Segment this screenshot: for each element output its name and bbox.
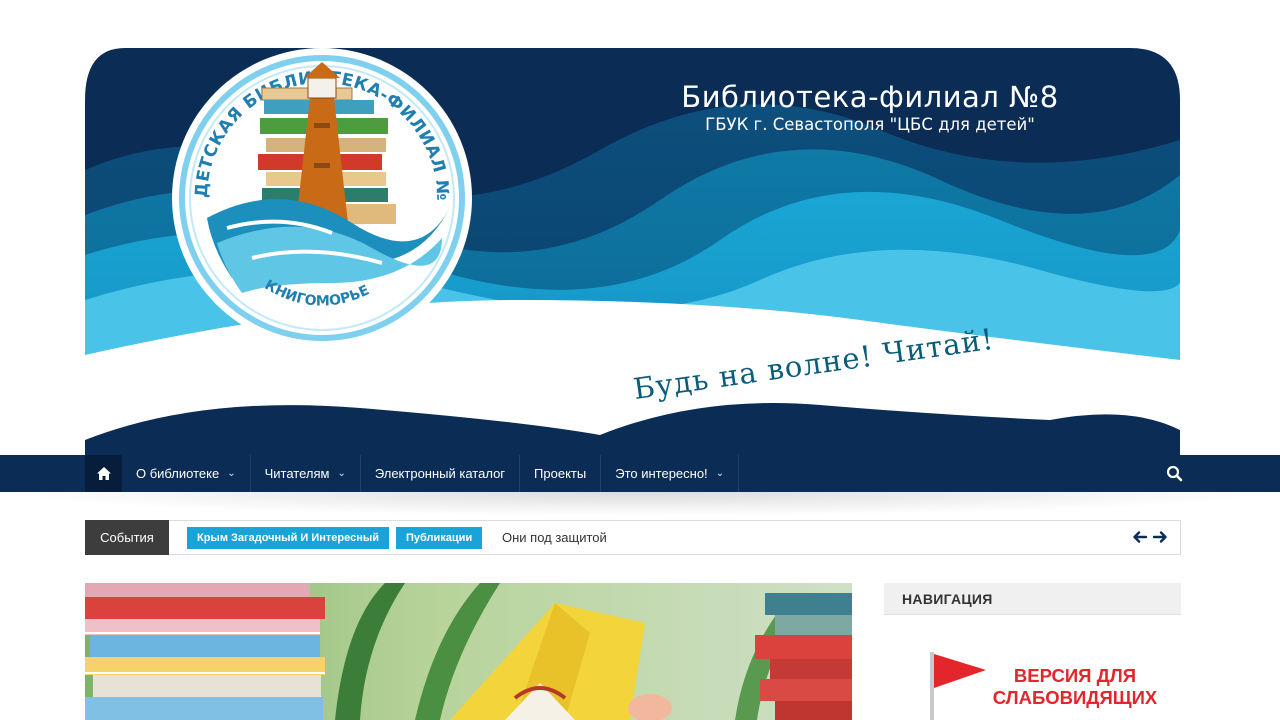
chevron-down-icon: ⌄: [227, 468, 236, 479]
nav-shadow: [0, 492, 1280, 516]
nav-item-label: Электронный каталог: [374, 466, 506, 481]
ticker-tag-crimea[interactable]: Крым Загадочный И Интересный: [187, 527, 390, 549]
sidebar-heading-text: НАВИГАЦИЯ: [902, 591, 993, 607]
nav-item-label: О библиотеке: [136, 466, 220, 481]
arrow-left-icon[interactable]: [1132, 529, 1148, 545]
nav-item-readers[interactable]: Читателям ⌄: [251, 455, 361, 492]
search-icon[interactable]: [1166, 465, 1183, 482]
library-logo[interactable]: ДЕТСКАЯ БИБЛИОТЕКА-ФИЛИАЛ №8 КНИГОМОРЬЕ: [162, 28, 482, 348]
main-nav: О библиотеке ⌄ Читателям ⌄ Электронный к…: [0, 455, 1280, 492]
nav-item-projects[interactable]: Проекты: [520, 455, 602, 492]
low-vision-version-link[interactable]: ВЕРСИЯ ДЛЯ СЛАБОВИДЯЩИХ: [990, 665, 1160, 709]
vision-line-1: ВЕРСИЯ ДЛЯ: [1013, 665, 1137, 686]
site-subtitle: ГБУК г. Севастополя "ЦБС для детей": [705, 115, 1035, 134]
sidebar-navigation-heading: НАВИГАЦИЯ: [884, 583, 1181, 615]
flag-icon[interactable]: [926, 648, 996, 720]
chevron-down-icon: ⌄: [337, 468, 346, 479]
home-icon: [96, 467, 111, 480]
featured-image[interactable]: [85, 583, 852, 720]
site-title: Библиотека-филиал №8: [681, 80, 1059, 114]
featured-image-graphic: [85, 583, 852, 720]
arrow-right-icon[interactable]: [1152, 529, 1168, 545]
header-banner: ДЕТСКАЯ БИБЛИОТЕКА-ФИЛИАЛ №8 КНИГОМОРЬЕ …: [0, 0, 1280, 455]
nav-item-label: Проекты: [534, 466, 587, 481]
nav-item-about[interactable]: О библиотеке ⌄: [122, 455, 251, 492]
nav-item-label: Читателям: [264, 466, 330, 481]
chevron-down-icon: ⌄: [715, 468, 725, 479]
vision-line-2: СЛАБОВИДЯЩИХ: [992, 687, 1158, 708]
news-ticker: События Крым Загадочный И Интересный Пуб…: [85, 520, 1181, 555]
ticker-headline[interactable]: Они под защитой: [502, 530, 607, 545]
ticker-tag-publications[interactable]: Публикации: [396, 527, 483, 549]
nav-item-catalog[interactable]: Электронный каталог: [361, 455, 521, 492]
nav-home-button[interactable]: [85, 455, 122, 492]
ticker-label: События: [85, 520, 169, 555]
nav-item-interesting[interactable]: Это интересно! ⌄: [601, 455, 740, 492]
nav-item-label: Это интересно!: [615, 466, 708, 481]
